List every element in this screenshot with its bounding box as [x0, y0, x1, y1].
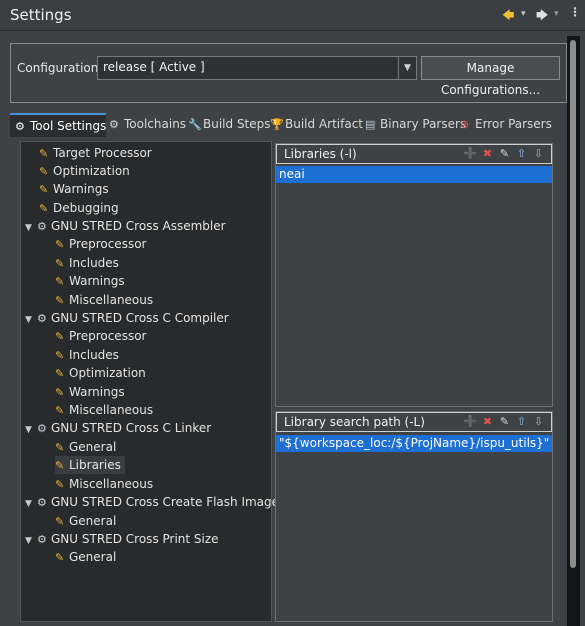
tool-gear-icon: ⚙ [37, 422, 47, 435]
manage-configurations-button[interactable]: Manage Configurations... [421, 56, 560, 97]
tree-item-compiler-miscellaneous[interactable]: ✎ Miscellaneous [55, 401, 153, 419]
library-search-path-panel: Library search path (-L) ➕ ✖ ✎ ⇧ ⇩ "${worksp… [275, 411, 553, 622]
scrollbar-thumb[interactable] [570, 40, 576, 568]
option-category-icon: ✎ [39, 183, 49, 196]
tree-item-compiler-preprocessor[interactable]: ✎ Preprocessor [55, 327, 146, 345]
option-category-icon: ✎ [55, 515, 65, 528]
tree-item-compiler-includes[interactable]: ✎ Includes [55, 346, 119, 364]
delete-icon[interactable]: ✖ [479, 147, 496, 160]
delete-icon[interactable]: ✖ [479, 415, 496, 428]
tree-item-cross-assembler[interactable]: ▼ ⚙ GNU STRED Cross Assembler [25, 217, 226, 235]
option-category-icon: ✎ [55, 404, 65, 417]
tree-item-linker-libraries[interactable]: ✎ Libraries [55, 456, 125, 474]
option-category-icon: ✎ [39, 147, 49, 160]
move-down-icon[interactable]: ⇩ [530, 147, 547, 160]
chevron-down-icon[interactable]: ▼ [25, 532, 37, 550]
option-category-icon: ✎ [39, 202, 49, 215]
option-category-icon: ✎ [55, 478, 65, 491]
edit-icon[interactable]: ✎ [496, 147, 513, 160]
tree-item-linker-miscellaneous[interactable]: ✎ Miscellaneous [55, 475, 153, 493]
libraries-panel-header: Libraries (-l) ➕ ✖ ✎ ⇧ ⇩ [276, 144, 552, 164]
tree-item-flash-general[interactable]: ✎ General [55, 512, 116, 530]
move-up-icon[interactable]: ⇧ [513, 147, 530, 160]
page-title: Settings [10, 6, 72, 24]
tree-item-compiler-optimization[interactable]: ✎ Optimization [55, 364, 146, 382]
tool-gear-icon: ⚙ [37, 220, 47, 233]
tool-gear-icon: ⚙ [37, 533, 47, 546]
tree-item-print-size-general[interactable]: ✎ General [55, 548, 116, 566]
tab-binary-parsers[interactable]: ▤ Binary Parsers [360, 113, 466, 137]
tree-item-assembler-miscellaneous[interactable]: ✎ Miscellaneous [55, 291, 153, 309]
option-category-icon: ✎ [39, 165, 49, 178]
tab-tool-settings[interactable]: ⚙ Tool Settings [10, 113, 106, 137]
back-arrow-icon[interactable]: 🡄 [502, 6, 514, 27]
tree-item-target-processor[interactable]: ✎ Target Processor [39, 144, 152, 162]
gear-icon: ⚙ [109, 118, 119, 131]
error-icon: ⊗ [460, 118, 470, 131]
option-category-icon: ✎ [55, 367, 65, 380]
tool-gear-icon: ⚙ [37, 312, 47, 325]
tree-item-assembler-preprocessor[interactable]: ✎ Preprocessor [55, 235, 146, 253]
add-icon[interactable]: ➕ [462, 147, 479, 160]
forward-dropdown-icon[interactable]: ▾ [554, 9, 559, 19]
option-category-icon: ✎ [55, 441, 65, 454]
back-dropdown-icon[interactable]: ▾ [521, 9, 526, 19]
search-path-panel-header: Library search path (-L) ➕ ✖ ✎ ⇧ ⇩ [276, 412, 552, 432]
add-icon[interactable]: ➕ [462, 415, 479, 428]
option-category-icon: ✎ [55, 459, 65, 472]
tree-item-cross-c-linker[interactable]: ▼ ⚙ GNU STRED Cross C Linker [25, 419, 211, 437]
chevron-down-icon[interactable]: ▼ [25, 219, 37, 237]
tab-toolchains[interactable]: ⚙ Toolchains [104, 113, 186, 137]
tab-build-artifact[interactable]: 🏆Build Artifact [265, 113, 363, 137]
vertical-scrollbar[interactable] [567, 36, 580, 626]
configuration-label: Configuration: [17, 61, 103, 75]
tree-item-warnings[interactable]: ✎ Warnings [39, 180, 109, 198]
option-category-icon: ✎ [55, 330, 65, 343]
tree-item-create-flash-image[interactable]: ▼ ⚙ GNU STRED Cross Create Flash Image [25, 493, 279, 511]
option-category-icon: ✎ [55, 238, 65, 251]
move-up-icon[interactable]: ⇧ [513, 415, 530, 428]
gear-icon: ⚙ [15, 120, 25, 133]
option-category-icon: ✎ [55, 386, 65, 399]
option-category-icon: ✎ [55, 275, 65, 288]
tree-item-debugging[interactable]: ✎ Debugging [39, 199, 119, 217]
tree-item-linker-general[interactable]: ✎ General [55, 438, 116, 456]
trophy-icon: 🏆 [270, 118, 284, 131]
view-menu-icon[interactable]: ⋮ [569, 5, 581, 19]
tree-item-assembler-warnings[interactable]: ✎ Warnings [55, 272, 125, 290]
wrench-icon: 🔧 [188, 118, 202, 131]
list-item[interactable]: neai [276, 166, 552, 183]
tree-item-cross-c-compiler[interactable]: ▼ ⚙ GNU STRED Cross C Compiler [25, 309, 229, 327]
libraries-panel-title: Libraries (-l) [284, 147, 357, 161]
tree-item-optimization[interactable]: ✎ Optimization [39, 162, 130, 180]
tree-item-assembler-includes[interactable]: ✎ Includes [55, 254, 119, 272]
edit-icon[interactable]: ✎ [496, 415, 513, 428]
chevron-down-icon[interactable]: ▼ [398, 57, 416, 79]
list-item[interactable]: "${workspace_loc:/${ProjName}/ispu_utils… [276, 435, 552, 452]
search-path-panel-title: Library search path (-L) [284, 415, 425, 429]
configuration-value: release [ Active ] [103, 60, 205, 74]
tree-item-print-size[interactable]: ▼ ⚙ GNU STRED Cross Print Size [25, 530, 219, 548]
configuration-select[interactable]: release [ Active ] ▼ [97, 56, 417, 80]
tab-error-parsers[interactable]: ⊗ Error Parsers [455, 113, 555, 137]
option-category-icon: ✎ [55, 551, 65, 564]
libraries-toolbar: ➕ ✖ ✎ ⇧ ⇩ [462, 147, 547, 160]
option-category-icon: ✎ [55, 294, 65, 307]
chevron-down-icon[interactable]: ▼ [25, 311, 37, 329]
option-category-icon: ✎ [55, 349, 65, 362]
settings-tabs: ⚙ Tool Settings ⚙ Toolchains 🔧Build Steps … [10, 113, 567, 137]
chevron-down-icon[interactable]: ▼ [25, 421, 37, 439]
search-path-toolbar: ➕ ✖ ✎ ⇧ ⇩ [462, 415, 547, 428]
option-category-icon: ✎ [55, 257, 65, 270]
libraries-panel: Libraries (-l) ➕ ✖ ✎ ⇧ ⇩ neai [275, 143, 553, 407]
move-down-icon[interactable]: ⇩ [530, 415, 547, 428]
settings-header: Settings 🡄 ▾ 🡆 ▾ ⋮ [0, 0, 585, 31]
forward-arrow-icon[interactable]: 🡆 [536, 6, 548, 27]
tool-settings-tree: ✎ Target Processor ✎ Optimization ✎ Warning… [20, 141, 279, 622]
chevron-down-icon[interactable]: ▼ [25, 495, 37, 513]
tree-item-compiler-warnings[interactable]: ✎ Warnings [55, 383, 125, 401]
tool-gear-icon: ⚙ [37, 496, 47, 509]
tab-build-steps[interactable]: 🔧Build Steps [183, 113, 271, 137]
binary-icon: ▤ [365, 118, 376, 131]
